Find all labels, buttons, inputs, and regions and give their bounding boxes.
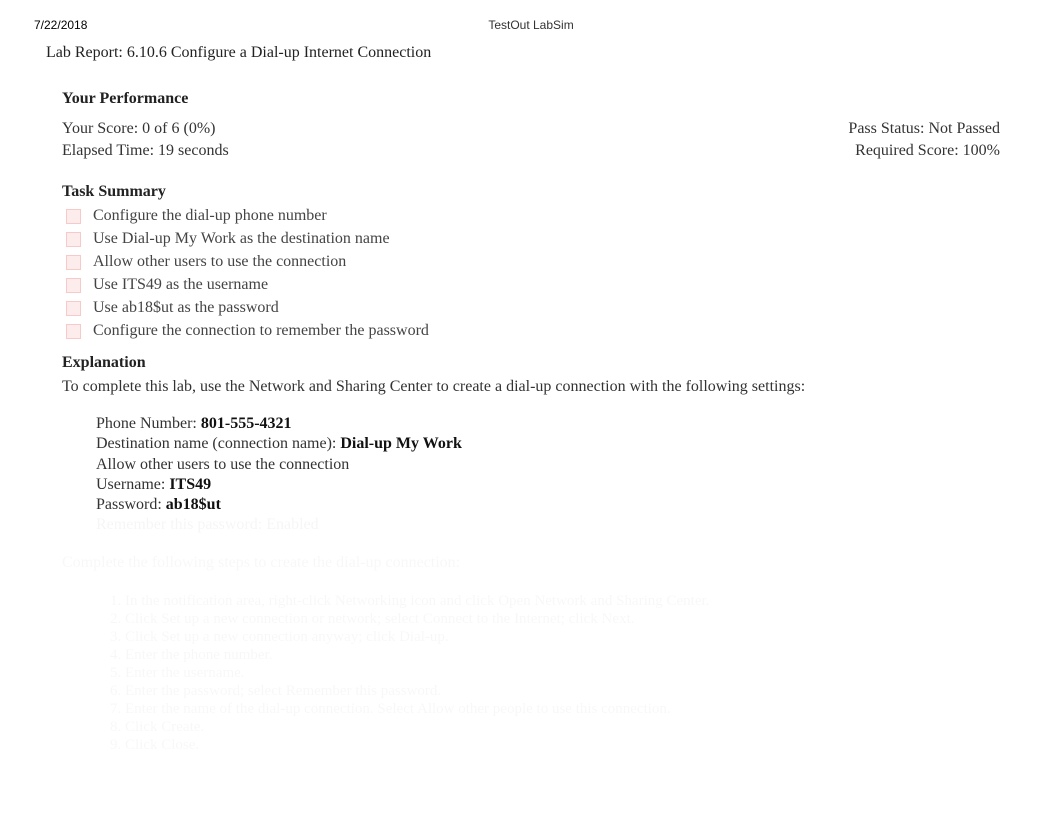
setting-pass: Password: ab18$ut xyxy=(96,495,1000,514)
task-summary-heading: Task Summary xyxy=(62,183,1000,201)
status-fail-icon xyxy=(66,278,81,293)
setting-value: 801-555-4321 xyxy=(201,415,292,432)
task-list: Configure the dial-up phone number Use D… xyxy=(66,207,1000,340)
setting-phone: Phone Number: 801-555-4321 xyxy=(96,414,1000,433)
step-item: 3. Click Set up a new connection anyway;… xyxy=(110,628,1000,646)
task-item: Use Dial-up My Work as the destination n… xyxy=(66,230,1000,248)
status-fail-icon xyxy=(66,209,81,224)
report-title: Lab Report: 6.10.6 Configure a Dial-up I… xyxy=(0,32,1062,72)
task-item: Use ITS49 as the username xyxy=(66,276,1000,294)
step-item: 7. Enter the name of the dial-up connect… xyxy=(110,700,1000,718)
status-fail-icon xyxy=(66,324,81,339)
task-text: Configure the connection to remember the… xyxy=(93,322,429,340)
step-item: 6. Enter the password; select Remember t… xyxy=(110,682,1000,700)
header-app-title: TestOut LabSim xyxy=(488,18,573,32)
score-label: Your Score: 0 of 6 (0%) xyxy=(62,118,215,140)
task-item: Use ab18$ut as the password xyxy=(66,299,1000,317)
explanation-intro: To complete this lab, use the Network an… xyxy=(62,378,1000,396)
elapsed-time: Elapsed Time: 19 seconds xyxy=(62,140,229,162)
setting-allow: Allow other users to use the connection xyxy=(96,455,1000,474)
pass-status: Pass Status: Not Passed xyxy=(848,118,1000,140)
status-fail-icon xyxy=(66,301,81,316)
status-fail-icon xyxy=(66,232,81,247)
setting-label: Username: xyxy=(96,476,169,493)
setting-value: Dial-up My Work xyxy=(340,435,462,452)
steps-list-faded: 1. In the notification area, right-click… xyxy=(110,592,1000,754)
step-item: 1. In the notification area, right-click… xyxy=(110,592,1000,610)
performance-row-2: Elapsed Time: 19 seconds Required Score:… xyxy=(62,140,1000,162)
step-item: 2. Click Set up a new connection or netw… xyxy=(110,610,1000,628)
settings-list: Phone Number: 801-555-4321 Destination n… xyxy=(96,414,1000,514)
task-text: Allow other users to use the connection xyxy=(93,253,346,271)
setting-value: ITS49 xyxy=(169,476,211,493)
setting-remember-faded: Remember this password: Enabled xyxy=(96,516,1000,534)
content-area: Your Performance Your Score: 0 of 6 (0%)… xyxy=(0,72,1062,754)
steps-intro-faded: Complete the following steps to create t… xyxy=(62,554,1000,572)
step-item: 5. Enter the username. xyxy=(110,664,1000,682)
status-fail-icon xyxy=(66,255,81,270)
task-text: Use Dial-up My Work as the destination n… xyxy=(93,230,390,248)
task-text: Use ab18$ut as the password xyxy=(93,299,279,317)
setting-dest: Destination name (connection name): Dial… xyxy=(96,434,1000,453)
performance-row-1: Your Score: 0 of 6 (0%) Pass Status: Not… xyxy=(62,118,1000,140)
setting-user: Username: ITS49 xyxy=(96,475,1000,494)
header-date: 7/22/2018 xyxy=(34,18,87,32)
setting-value: ab18$ut xyxy=(166,496,221,513)
step-item: 8. Click Create. xyxy=(110,718,1000,736)
task-text: Configure the dial-up phone number xyxy=(93,207,327,225)
performance-heading: Your Performance xyxy=(62,72,1000,108)
setting-label: Phone Number: xyxy=(96,415,201,432)
setting-label: Password: xyxy=(96,496,166,513)
setting-label: Destination name (connection name): xyxy=(96,435,340,452)
task-item: Configure the dial-up phone number xyxy=(66,207,1000,225)
step-item: 9. Click Close. xyxy=(110,736,1000,754)
task-item: Configure the connection to remember the… xyxy=(66,322,1000,340)
task-item: Allow other users to use the connection xyxy=(66,253,1000,271)
step-item: 4. Enter the phone number. xyxy=(110,646,1000,664)
required-score: Required Score: 100% xyxy=(855,140,1000,162)
task-text: Use ITS49 as the username xyxy=(93,276,268,294)
explanation-heading: Explanation xyxy=(62,354,1000,372)
